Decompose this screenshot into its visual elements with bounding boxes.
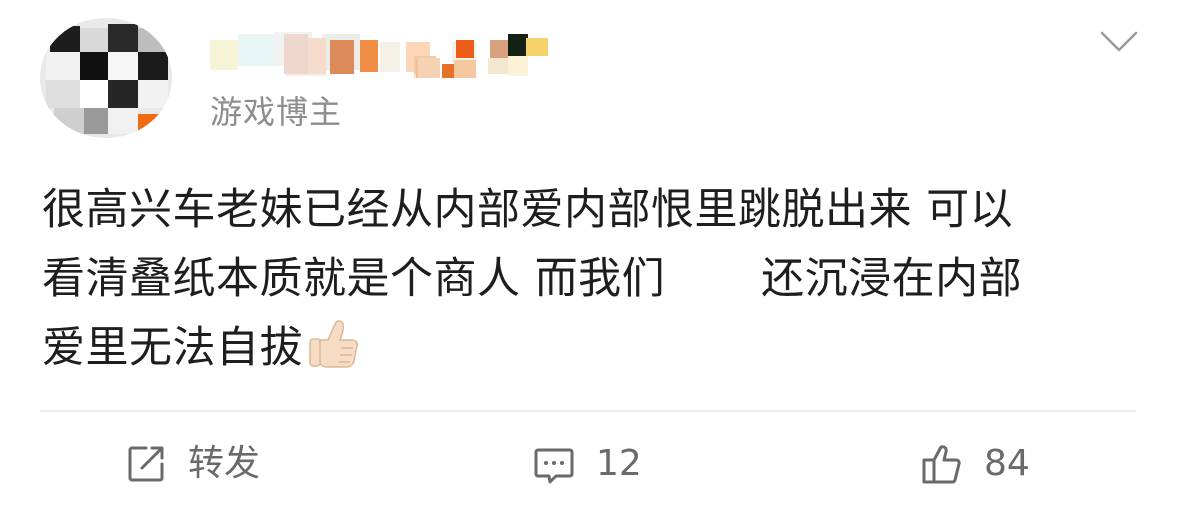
like-count: 84 bbox=[984, 443, 1030, 484]
post-text-line: 爱里无法自拔 bbox=[42, 314, 1132, 383]
divider bbox=[40, 410, 1136, 412]
like-button[interactable]: 84 bbox=[920, 436, 1030, 492]
thumbs-up-icon bbox=[920, 442, 964, 486]
redacted-text bbox=[665, 292, 761, 293]
avatar[interactable] bbox=[40, 18, 172, 138]
comment-count: 12 bbox=[596, 443, 642, 484]
repost-button[interactable]: 转发 bbox=[124, 436, 260, 492]
post-text-line: 很高兴车老妹已经从内部爱内部恨里跳脱出来 可以 bbox=[42, 185, 1014, 235]
post-text-segment: 爱里无法自拔 bbox=[42, 323, 303, 373]
comment-button[interactable]: 12 bbox=[532, 436, 642, 492]
post-text-line: 看清叠纸本质就是个商人 而我们 还沉浸在内部 bbox=[42, 245, 1132, 314]
comment-bubble-icon bbox=[532, 442, 576, 486]
repost-label: 转发 bbox=[188, 443, 261, 484]
username-redacted[interactable] bbox=[206, 20, 566, 78]
post-text-segment: 看清叠纸本质就是个商人 而我们 bbox=[42, 254, 666, 304]
post-text-segment: 还沉浸在内部 bbox=[761, 254, 1023, 304]
thumbs-up-emoji bbox=[305, 314, 363, 372]
chevron-down-icon[interactable] bbox=[1100, 30, 1138, 54]
share-square-icon bbox=[124, 442, 168, 486]
post-text: 很高兴车老妹已经从内部爱内部恨里跳脱出来 可以 看清叠纸本质就是个商人 而我们 还… bbox=[42, 176, 1132, 383]
author-verification-tag: 游戏博主 bbox=[210, 93, 343, 131]
